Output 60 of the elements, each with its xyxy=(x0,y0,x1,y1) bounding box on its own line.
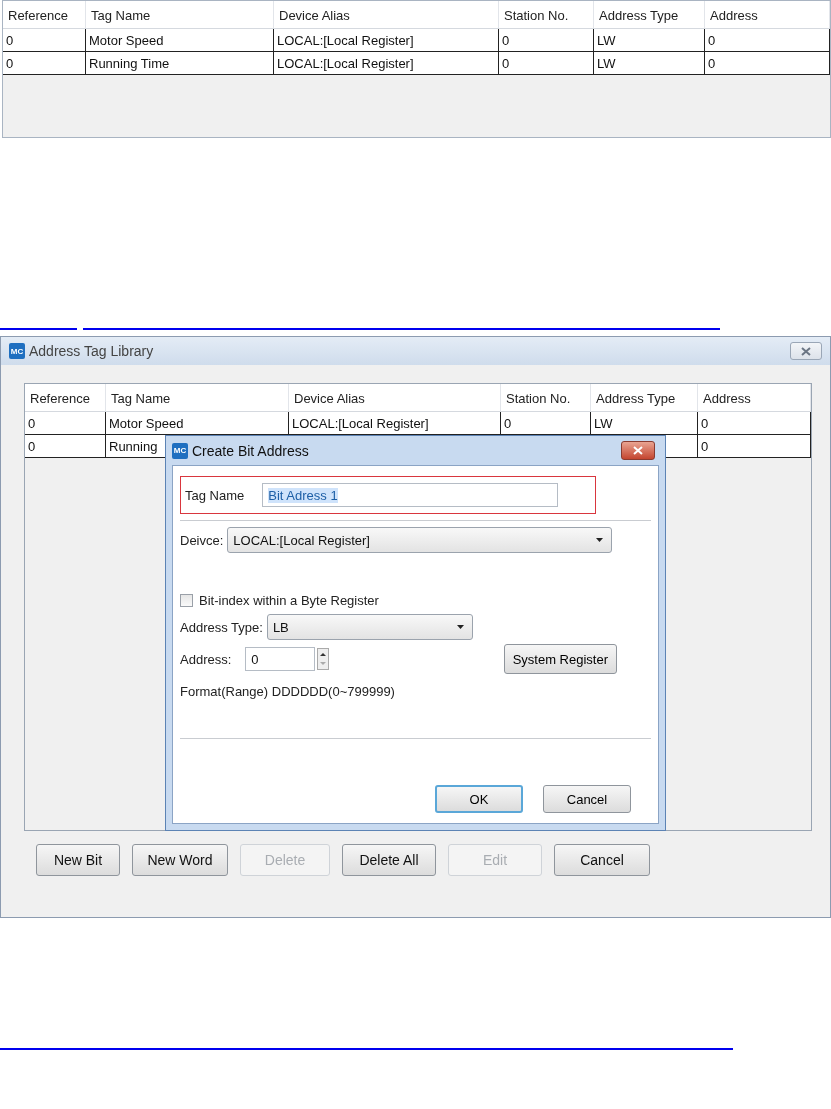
table-cell: LOCAL:[Local Register] xyxy=(274,29,499,52)
app-logo: MC xyxy=(9,343,25,359)
table-cell: Running Time xyxy=(86,52,274,75)
column-header[interactable]: Address xyxy=(698,384,811,412)
column-header[interactable]: Address xyxy=(705,1,830,29)
table-cell: 0 xyxy=(499,52,594,75)
dialog-button[interactable]: Cancel xyxy=(554,844,650,876)
dialog-button[interactable]: New Word xyxy=(132,844,228,876)
column-header[interactable]: Reference xyxy=(3,1,86,29)
table-cell: 0 xyxy=(3,52,86,75)
checkbox[interactable] xyxy=(180,594,193,607)
close-button[interactable] xyxy=(790,342,822,360)
dialog-button[interactable]: Delete All xyxy=(342,844,436,876)
table-cell: 0 xyxy=(25,435,106,458)
table-cell: 0 xyxy=(501,412,591,435)
table-cell: Motor Speed xyxy=(106,412,289,435)
spinner-icon[interactable] xyxy=(317,648,330,670)
close-button[interactable] xyxy=(621,441,655,460)
field-label: Deivce: xyxy=(180,532,224,548)
table-cell: LOCAL:[Local Register] xyxy=(274,52,499,75)
dialog-button[interactable]: Cancel xyxy=(543,785,631,813)
field-label: Address Type: xyxy=(180,619,263,635)
table-cell: LW xyxy=(594,29,705,52)
column-header[interactable]: Device Alias xyxy=(289,384,501,412)
tag-name-field[interactable]: Bit Adress 1 xyxy=(262,483,559,507)
address-type-dropdown[interactable]: LB xyxy=(266,614,473,640)
table-cell: 0 xyxy=(698,412,811,435)
column-header[interactable]: Reference xyxy=(25,384,106,412)
table-cell: 0 xyxy=(499,29,594,52)
table-cell: 0 xyxy=(25,412,106,435)
window-title: Address Tag Library xyxy=(29,343,154,359)
close-icon xyxy=(633,446,643,455)
system-register-button[interactable]: System Register xyxy=(503,644,617,674)
close-icon xyxy=(801,346,811,356)
format-range-text: Format(Range) DDDDDD(0~799999) xyxy=(180,684,396,699)
table-cell: LOCAL:[Local Register] xyxy=(289,412,501,435)
table-cell: 0 xyxy=(698,435,811,458)
column-header[interactable]: Address Type xyxy=(591,384,698,412)
column-header[interactable]: Station No. xyxy=(501,384,591,412)
checkbox-label: Bit-index within a Byte Register xyxy=(199,593,379,608)
column-header[interactable]: Device Alias xyxy=(274,1,499,29)
address-field[interactable]: 0 xyxy=(245,647,316,671)
column-header[interactable]: Address Type xyxy=(594,1,705,29)
dialog-button[interactable]: OK xyxy=(435,785,523,813)
device-dropdown[interactable]: LOCAL:[Local Register] xyxy=(227,527,613,553)
table-cell: 0 xyxy=(705,29,830,52)
field-label: Tag Name xyxy=(185,487,245,503)
table-cell: 0 xyxy=(3,29,86,52)
column-header[interactable]: Tag Name xyxy=(106,384,289,412)
app-logo: MC xyxy=(172,442,188,459)
dialog-button[interactable]: New Bit xyxy=(36,844,120,876)
table-cell: Motor Speed xyxy=(86,29,274,52)
column-header[interactable]: Station No. xyxy=(499,1,594,29)
table-cell: LW xyxy=(594,52,705,75)
table-cell: 0 xyxy=(705,52,830,75)
caret-icon xyxy=(456,625,464,629)
table-cell: LW xyxy=(591,412,698,435)
caret-icon xyxy=(596,538,604,542)
column-header[interactable]: Tag Name xyxy=(86,1,274,29)
field-label: Address: xyxy=(180,651,232,667)
